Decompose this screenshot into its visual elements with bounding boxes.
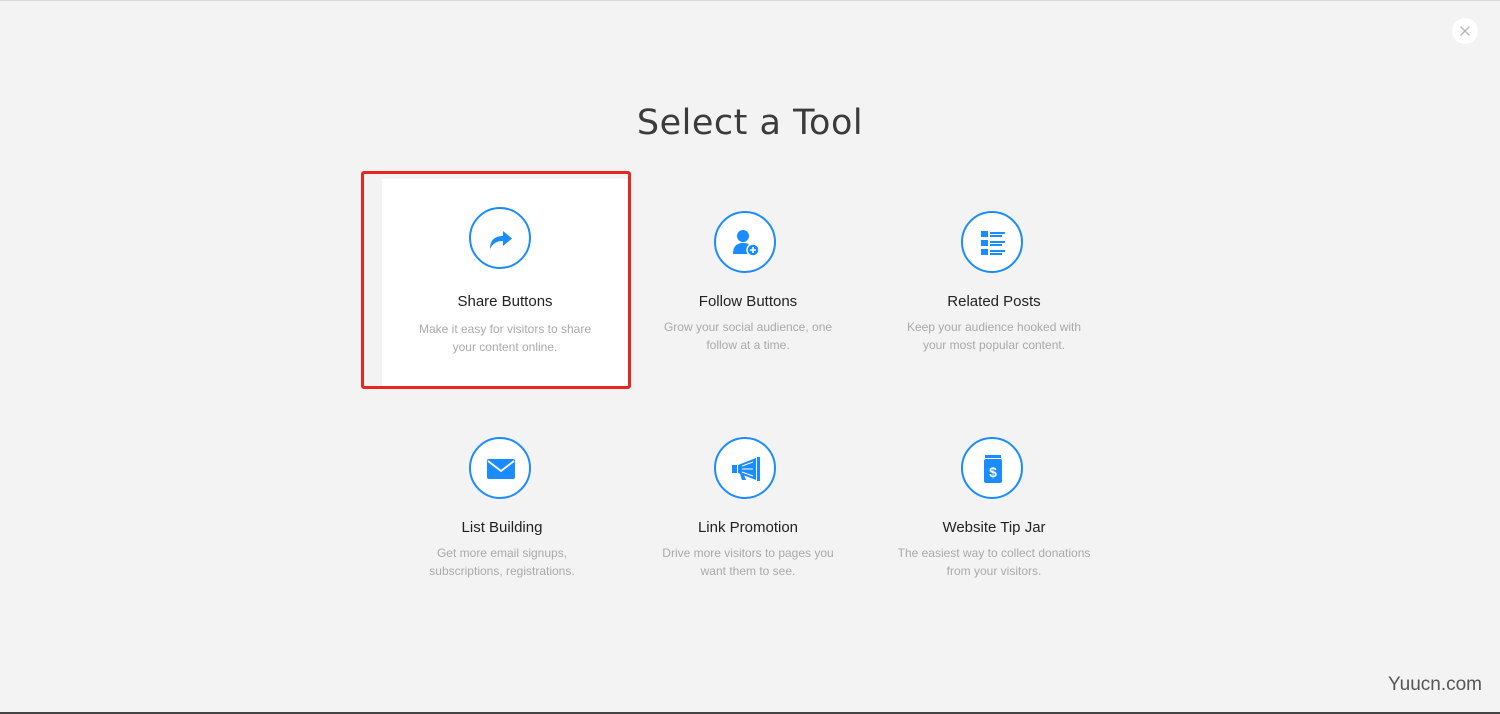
tool-name: Link Promotion <box>697 519 799 536</box>
svg-text:$: $ <box>989 464 997 480</box>
tool-description-line: subscriptions, registrations. <box>429 564 575 578</box>
tool-description-line: Keep your audience hooked with <box>906 320 1082 334</box>
page-title: Select a Tool <box>636 103 864 143</box>
tool-description: Get more email signups, subscriptions, r… <box>399 544 605 580</box>
tip-jar-icon: $ <box>984 455 1002 483</box>
tool-website-tip-jar[interactable]: $ Website Tip Jar The easiest way to col… <box>871 405 1117 613</box>
close-button[interactable] <box>1452 18 1478 44</box>
tool-description-line: Grow your social audience, one <box>663 320 833 334</box>
tool-name: Share Buttons <box>457 293 553 310</box>
share-arrow-icon <box>490 231 512 249</box>
tool-list-building[interactable]: List Building Get more email signups, su… <box>379 405 625 613</box>
tip-jar-icon-circle: $ <box>961 437 1023 499</box>
tool-description: Keep your audience hooked with your most… <box>891 318 1097 354</box>
list-building-icon-circle <box>469 437 531 499</box>
tool-related-posts[interactable]: Related Posts Keep your audience hooked … <box>871 179 1117 387</box>
tool-description-line: from your visitors. <box>946 564 1042 578</box>
tool-follow-buttons[interactable]: Follow Buttons Grow your social audience… <box>625 179 871 387</box>
tool-description-line: want them to see. <box>700 564 796 578</box>
tool-description-line: Drive more visitors to pages you <box>662 546 834 560</box>
tool-description-line: your most popular content. <box>922 338 1066 352</box>
tool-description-line: The easiest way to collect donations <box>897 546 1091 560</box>
tool-name: List Building <box>461 519 543 536</box>
close-icon <box>1460 26 1470 36</box>
tool-name: Related Posts <box>947 293 1041 310</box>
tool-name: Website Tip Jar <box>942 519 1046 536</box>
tool-description-line: follow at a time. <box>706 338 790 352</box>
follow-icon-circle <box>714 211 776 273</box>
watermark: Yuucn.com <box>1388 674 1482 695</box>
tool-link-promotion[interactable]: Link Promotion Drive more visitors to pa… <box>625 405 871 613</box>
tool-description: Make it easy for visitors to share your … <box>402 320 608 356</box>
tool-description-line: Get more email signups, <box>436 546 568 560</box>
tool-name: Follow Buttons <box>698 293 798 310</box>
related-icon-circle <box>961 211 1023 273</box>
tool-description-line: Make it easy for visitors to share <box>418 322 592 336</box>
link-promotion-icon-circle <box>714 437 776 499</box>
tool-selector-page: Select a Tool Share Buttons Make it easy… <box>0 0 1500 714</box>
tool-description: Grow your social audience, one follow at… <box>645 318 851 354</box>
envelope-icon <box>487 459 515 479</box>
tool-description: The easiest way to collect donations fro… <box>891 544 1097 580</box>
user-plus-icon <box>733 230 760 257</box>
tool-share-buttons[interactable]: Share Buttons Make it easy for visitors … <box>382 179 628 387</box>
tool-description-line: your content online. <box>452 340 558 354</box>
megaphone-icon <box>732 457 760 481</box>
list-icon <box>981 231 1005 255</box>
share-icon-circle <box>469 207 531 269</box>
tool-description: Drive more visitors to pages you want th… <box>645 544 851 580</box>
